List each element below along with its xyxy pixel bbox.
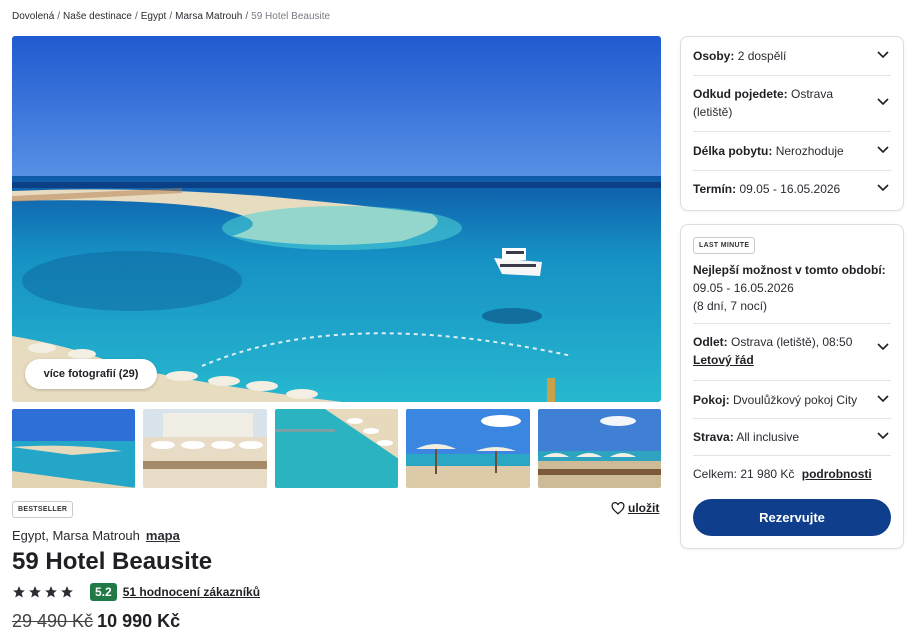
more-photos-button[interactable]: více fotografií (29) — [25, 359, 157, 389]
best-option-duration: (8 dní, 7 nocí) — [693, 299, 768, 313]
chevron-down-icon — [877, 146, 889, 154]
best-option-label: Nejlepší možnost v tomto období: — [693, 263, 886, 277]
thumbnail-strip — [12, 409, 662, 488]
chevron-down-icon — [877, 98, 889, 106]
breadcrumb-current: 59 Hotel Beausite — [251, 11, 331, 22]
reviews-link[interactable]: 51 hodnocení zákazníků — [123, 585, 260, 599]
save-button[interactable]: uložit — [611, 501, 659, 515]
reserve-button[interactable]: Rezervujte — [693, 499, 891, 536]
current-price: 10 990 Kč — [97, 611, 181, 631]
star-icon — [61, 586, 73, 598]
total-price: Celkem: 21 980 Kč — [693, 467, 795, 481]
thumbnail-photo[interactable] — [274, 409, 399, 488]
term-selector[interactable]: Termín: 09.05 - 16.05.2026 — [693, 180, 891, 198]
board-selector[interactable]: Strava: All inclusive — [693, 428, 891, 446]
divider — [693, 75, 891, 76]
star-icon — [29, 586, 41, 598]
chevron-down-icon — [877, 432, 889, 440]
term-label: Termín: — [693, 182, 737, 196]
price-details-link[interactable]: podrobnosti — [802, 467, 872, 481]
persons-label: Osoby: — [693, 49, 735, 63]
page-title: 59 Hotel Beausite — [12, 548, 213, 575]
divider — [693, 380, 891, 381]
price-row: 29 490 Kč 10 990 Kč — [12, 611, 180, 632]
location-text: Egypt, Marsa Matrouh — [12, 528, 140, 543]
divider — [693, 455, 891, 456]
chevron-down-icon — [877, 395, 889, 403]
breadcrumb-link[interactable]: Naše destinace — [63, 11, 132, 22]
map-link[interactable]: mapa — [146, 528, 180, 543]
board-label: Strava: — [693, 430, 734, 444]
departure-label: Odkud pojedete: — [693, 87, 788, 101]
hotel-location: Egypt, Marsa Matrouh mapa — [12, 528, 180, 543]
breadcrumb-link[interactable]: Marsa Matrouh — [175, 11, 242, 22]
total-price-row: Celkem: 21 980 Kč podrobnosti — [693, 465, 891, 483]
best-option: Nejlepší možnost v tomto období: 09.05 -… — [693, 261, 891, 315]
divider — [693, 131, 891, 132]
star-rating — [12, 585, 74, 599]
old-price: 29 490 Kč — [12, 611, 94, 631]
persons-selector[interactable]: Osoby: 2 dospělí — [693, 47, 891, 65]
best-option-dates: 09.05 - 16.05.2026 — [693, 281, 794, 295]
flight-selector[interactable]: Odlet: Ostrava (letiště), 08:50 Letový ř… — [693, 333, 891, 369]
flight-schedule-link[interactable]: Letový řád — [693, 353, 754, 367]
thumbnail-photo[interactable] — [537, 409, 662, 488]
flight-value: Ostrava (letiště), 08:50 — [731, 335, 853, 349]
divider — [693, 418, 891, 419]
star-icon — [45, 586, 57, 598]
board-value: All inclusive — [736, 430, 800, 444]
breadcrumb-link[interactable]: Egypt — [141, 11, 167, 22]
main-photo[interactable] — [12, 36, 661, 402]
thumbnail-photo[interactable] — [12, 409, 136, 488]
offer-panel: LAST MINUTE Nejlepší možnost v tomto obd… — [680, 224, 904, 549]
flight-label: Odlet: — [693, 335, 728, 349]
breadcrumb-link[interactable]: Dovolená — [12, 11, 54, 22]
thumbnail-photo[interactable] — [406, 409, 530, 488]
thumbnail-photo[interactable] — [143, 409, 267, 488]
score-badge: 5.2 — [90, 583, 117, 601]
room-selector[interactable]: Pokoj: Dvoulůžkový pokoj City — [693, 391, 891, 409]
divider — [693, 170, 891, 171]
star-icon — [13, 586, 25, 598]
search-filters-panel: Osoby: 2 dospělí Odkud pojedete: Ostrava… — [680, 36, 904, 211]
persons-value: 2 dospělí — [737, 49, 787, 63]
breadcrumb: Dovolená / Naše destinace / Egypt / Marsa Matr… — [12, 11, 331, 22]
last-minute-badge: LAST MINUTE — [693, 237, 756, 254]
bestseller-badge: BESTSELLER — [12, 501, 74, 518]
room-value: Dvoulůžkový pokoj City — [733, 393, 858, 407]
chevron-down-icon — [877, 184, 889, 192]
term-value: 09.05 - 16.05.2026 — [739, 182, 841, 196]
chevron-down-icon — [877, 51, 889, 59]
room-label: Pokoj: — [693, 393, 730, 407]
stay-length-value: Nerozhoduje — [775, 144, 844, 158]
chevron-down-icon — [877, 343, 889, 351]
save-label: uložit — [628, 501, 660, 515]
divider — [693, 323, 891, 324]
heart-icon — [611, 501, 625, 515]
rating-row: 5.2 51 hodnocení zákazníků — [12, 582, 260, 602]
stay-length-selector[interactable]: Délka pobytu: Nerozhoduje — [693, 142, 891, 160]
departure-selector[interactable]: Odkud pojedete: Ostrava (letiště) — [693, 85, 891, 121]
stay-length-label: Délka pobytu: — [693, 144, 773, 158]
